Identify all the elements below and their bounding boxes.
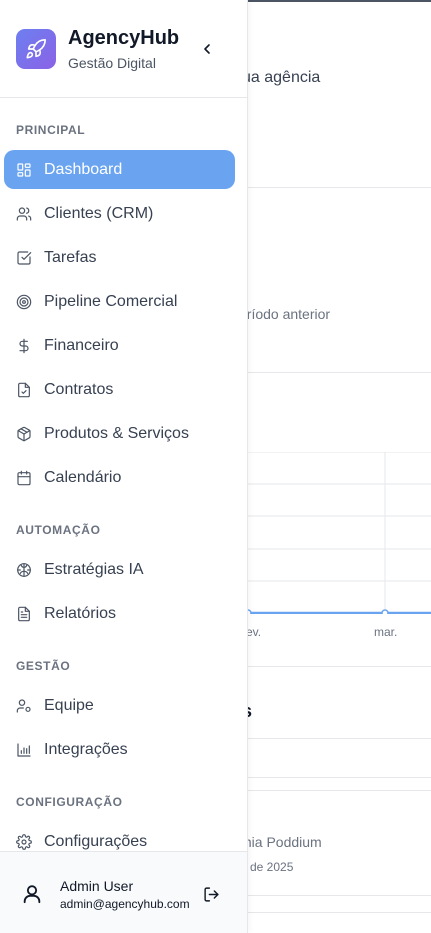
brand-subtitle: Gestão Digital bbox=[68, 55, 156, 71]
calendar-icon bbox=[16, 470, 32, 486]
nav-group-label: PRINCIPAL bbox=[16, 123, 86, 137]
sidebar-item-financeiro[interactable]: Financeiro bbox=[4, 326, 235, 365]
target-icon bbox=[16, 294, 32, 310]
sidebar-item-label: Relatórios bbox=[44, 604, 117, 622]
nav-group-label: GESTÃO bbox=[16, 659, 71, 673]
sidebar-item-pipeline[interactable]: Pipeline Comercial bbox=[4, 282, 235, 321]
user-email: admin@agencyhub.com bbox=[60, 897, 190, 911]
user-cog-icon bbox=[16, 698, 32, 714]
brain-icon bbox=[16, 562, 32, 578]
divider bbox=[248, 790, 431, 791]
brand-name: AgencyHub bbox=[68, 27, 180, 49]
sidebar-item-label: Financeiro bbox=[44, 336, 119, 354]
sidebar-item-integracoes[interactable]: Integrações bbox=[4, 730, 235, 769]
user-icon bbox=[16, 878, 48, 910]
user-name: Admin User bbox=[60, 878, 134, 894]
dollar-icon bbox=[16, 338, 32, 354]
sidebar-item-label: Pipeline Comercial bbox=[44, 292, 178, 310]
chevron-left-icon bbox=[204, 44, 210, 54]
sidebar-item-label: Contratos bbox=[44, 380, 114, 398]
sidebar-item-estrategias[interactable]: Estratégias IA bbox=[4, 550, 235, 589]
sidebar-item-contratos[interactable]: Contratos bbox=[4, 370, 235, 409]
data-point bbox=[381, 609, 389, 614]
divider bbox=[248, 738, 431, 739]
sidebar-item-label: Integrações bbox=[44, 740, 128, 758]
sidebar-item-calendario[interactable]: Calendário bbox=[4, 458, 235, 497]
sidebar-item-label: Dashboard bbox=[44, 160, 123, 178]
file-text-icon bbox=[16, 606, 32, 622]
dashboard-icon bbox=[16, 162, 32, 178]
users-icon bbox=[16, 206, 32, 222]
divider bbox=[248, 895, 431, 896]
rocket-icon bbox=[16, 29, 56, 69]
sidebar-item-dashboard[interactable]: Dashboard bbox=[4, 150, 235, 189]
collapse-sidebar-button[interactable] bbox=[197, 39, 217, 59]
user-profile: Admin User admin@agencyhub.com bbox=[0, 851, 247, 933]
logout-icon bbox=[203, 886, 219, 902]
sidebar-item-label: Produtos & Serviços bbox=[44, 424, 189, 442]
sidebar-item-produtos[interactable]: Produtos & Serviços bbox=[4, 414, 235, 453]
gear-icon bbox=[16, 833, 32, 850]
data-point bbox=[248, 609, 252, 614]
sidebar-item-label: Calendário bbox=[44, 468, 122, 486]
sidebar-item-label: Tarefas bbox=[44, 248, 97, 266]
sidebar-item-label: Estratégias IA bbox=[44, 560, 144, 578]
brand-header: AgencyHub Gestão Digital bbox=[0, 0, 247, 98]
x-tick-label: ev. bbox=[246, 625, 262, 639]
line-chart bbox=[248, 452, 431, 614]
sidebar-item-clientes[interactable]: Clientes (CRM) bbox=[4, 194, 235, 233]
sidebar-item-relatorios[interactable]: Relatórios bbox=[4, 594, 235, 633]
sidebar: AgencyHub Gestão Digital PRINCIPAL Dashb… bbox=[0, 0, 248, 933]
file-check-icon bbox=[16, 382, 32, 398]
client-name: mia Poddium bbox=[240, 834, 322, 850]
sidebar-item-label: Configurações bbox=[44, 832, 148, 850]
checkbox-icon bbox=[16, 250, 32, 266]
divider bbox=[248, 777, 431, 778]
comparison-text: eríodo anterior bbox=[239, 306, 331, 322]
divider bbox=[248, 912, 431, 913]
activity-date: de 2025 bbox=[250, 860, 294, 874]
nav-group-label: CONFIGURAÇÃO bbox=[16, 795, 123, 809]
sidebar-item-tarefas[interactable]: Tarefas bbox=[4, 238, 235, 277]
divider bbox=[248, 666, 431, 667]
package-icon bbox=[16, 426, 32, 442]
sidebar-item-equipe[interactable]: Equipe bbox=[4, 686, 235, 725]
sidebar-item-label: Clientes (CRM) bbox=[44, 204, 154, 222]
bar-chart-icon bbox=[16, 742, 32, 758]
sidebar-item-label: Equipe bbox=[44, 696, 94, 714]
divider bbox=[248, 372, 431, 373]
divider bbox=[248, 187, 431, 188]
nav-group-label: AUTOMAÇÃO bbox=[16, 523, 101, 537]
x-tick-label: mar. bbox=[374, 625, 398, 639]
logout-button[interactable] bbox=[201, 884, 221, 904]
